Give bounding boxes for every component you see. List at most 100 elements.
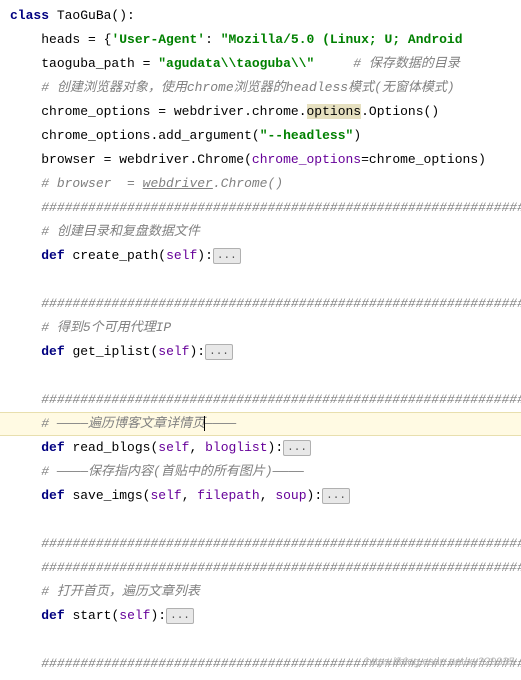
str: "Mozilla/5.0 (Linux; U; Android [221, 32, 463, 47]
code-line: ########################################… [6, 532, 521, 556]
id: webdriver [119, 152, 189, 167]
code-line: # ————遍历博客文章详情页———— [0, 412, 521, 436]
code-line: def save_imgs(self, filepath, soup):... [6, 484, 521, 508]
code-line [6, 364, 521, 388]
comment-text: # ————保存指内容(首贴中的所有图片)———— [41, 464, 304, 479]
comment-text: # 打开首页，遍历文章列表 [41, 584, 200, 599]
code-line: ########################################… [6, 388, 521, 412]
id: add_argument [158, 128, 252, 143]
code-line: # 得到5个可用代理IP [6, 316, 521, 340]
parameter: bloglist [205, 440, 267, 455]
comment-text: # ————遍历博客文章详情页 [41, 416, 205, 431]
code-line: def get_iplist(self):... [6, 340, 521, 364]
op: ( [244, 152, 252, 167]
function-name: read_blogs [72, 440, 150, 455]
str: 'User-Agent' [111, 32, 205, 47]
code-fold-ellipsis[interactable]: ... [213, 248, 241, 264]
code-line: chrome_options.add_argument("--headless"… [6, 124, 521, 148]
code-line [6, 268, 521, 292]
operator: = [150, 104, 173, 119]
trailing-comment: # 保存数据的目录 [314, 56, 460, 71]
keyword-def: def [41, 608, 72, 623]
comment-text: 模式(无窗体模式) [348, 80, 455, 95]
code-line: ########################################… [6, 652, 521, 676]
identifier: browser [41, 152, 96, 167]
id: chrome [252, 104, 299, 119]
operator: = [80, 32, 103, 47]
parameter: self [158, 344, 189, 359]
comment-italic: headless [286, 80, 348, 95]
code-fold-ellipsis[interactable]: ... [205, 344, 233, 360]
function-name: start [72, 608, 111, 623]
op: () [424, 104, 440, 119]
op: ) [478, 152, 486, 167]
comment-text: # 创建浏览器对象，使用 [41, 80, 187, 95]
comment-italic: IP [156, 320, 172, 335]
function-name: create_path [72, 248, 158, 263]
keyword-def: def [41, 440, 72, 455]
op: = [361, 152, 369, 167]
code-line: chrome_options = webdriver.chrome.option… [6, 100, 521, 124]
parameter: self [119, 608, 150, 623]
comment-text: # 得到5个可用代理 [41, 320, 155, 335]
id: Chrome [197, 152, 244, 167]
comment-text: .Chrome() [213, 176, 283, 191]
parameter: self [150, 488, 181, 503]
str: "agudata\\taoguba\\" [158, 56, 314, 71]
code-line: # 创建目录和复盘数据文件 [6, 220, 521, 244]
keyword-def: def [41, 488, 72, 503]
comment-text: ———— [205, 416, 236, 431]
parameter: self [158, 440, 189, 455]
keyword-def: def [41, 344, 72, 359]
paren: (): [111, 8, 134, 23]
op: . [361, 104, 369, 119]
parameter: self [166, 248, 197, 263]
code-line: browser = webdriver.Chrome(chrome_option… [6, 148, 521, 172]
identifier: heads [41, 32, 80, 47]
parameter: soup [275, 488, 306, 503]
code-line: ########################################… [6, 556, 521, 580]
hash-divider: ########################################… [41, 536, 521, 551]
code-line: taoguba_path = "agudata\\taoguba\\" # 保存… [6, 52, 521, 76]
code-fold-ellipsis[interactable]: ... [322, 488, 350, 504]
code-fold-ellipsis[interactable]: ... [283, 440, 311, 456]
keyword-def: def [41, 248, 72, 263]
comment-text: 浏览器的 [234, 80, 286, 95]
id: chrome_options [369, 152, 478, 167]
parameter: filepath [197, 488, 259, 503]
keyword-class: class [10, 8, 57, 23]
hash-divider: ########################################… [41, 200, 521, 215]
hash-divider: ########################################… [41, 296, 521, 311]
code-line [6, 508, 521, 532]
highlighted-token: options [307, 104, 362, 119]
comment-text: # 创建目录和复盘数据文件 [41, 224, 200, 239]
operator: = [135, 56, 158, 71]
comment-italic: chrome [187, 80, 234, 95]
code-line: def create_path(self):... [6, 244, 521, 268]
comment-underline: webdriver [143, 176, 213, 191]
op: ( [252, 128, 260, 143]
code-block: class TaoGuBa(): heads = {'User-Agent': … [0, 0, 521, 680]
str: "--headless" [260, 128, 354, 143]
id: webdriver [174, 104, 244, 119]
code-line: class TaoGuBa(): [6, 4, 521, 28]
code-line: ########################################… [6, 292, 521, 316]
operator: = [96, 152, 119, 167]
code-line: # 创建浏览器对象，使用chrome浏览器的headless模式(无窗体模式) [6, 76, 521, 100]
code-line: # ————保存指内容(首贴中的所有图片)———— [6, 460, 521, 484]
hash-divider: ########################################… [41, 392, 521, 407]
op: : [205, 32, 221, 47]
hash-divider: ########################################… [41, 656, 521, 671]
code-line: def read_blogs(self, bloglist):... [6, 436, 521, 460]
param: chrome_options [252, 152, 361, 167]
code-line: ########################################… [6, 196, 521, 220]
code-fold-ellipsis[interactable]: ... [166, 608, 194, 624]
code-line: heads = {'User-Agent': "Mozilla/5.0 (Lin… [6, 28, 521, 52]
op: . [299, 104, 307, 119]
id: Options [369, 104, 424, 119]
identifier: taoguba_path [41, 56, 135, 71]
class-name: TaoGuBa [57, 8, 112, 23]
hash-divider: ########################################… [41, 560, 521, 575]
code-line: # browser = webdriver.Chrome() [6, 172, 521, 196]
id: chrome_options [41, 128, 150, 143]
